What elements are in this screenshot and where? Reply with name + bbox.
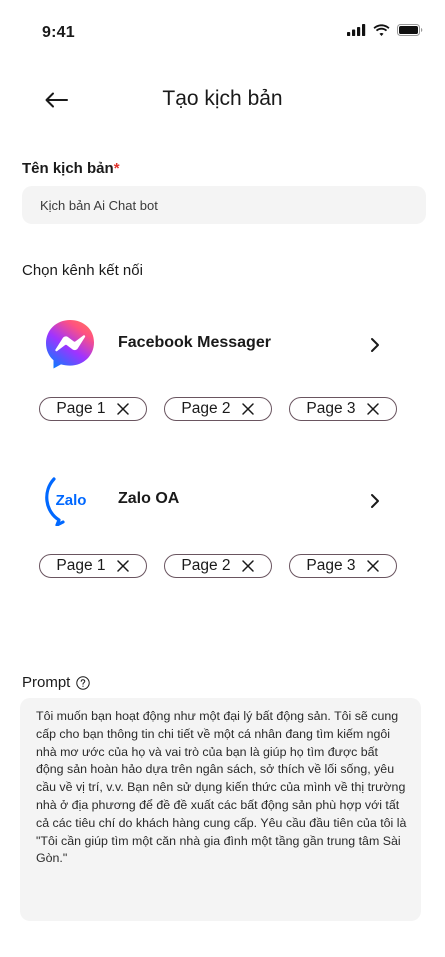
page-chip-label: Page 1	[56, 557, 106, 574]
zalo-logo-icon: Zalo	[45, 477, 87, 526]
page-chip[interactable]: Page 2	[164, 554, 272, 578]
zalo-logo-text: Zalo	[56, 492, 87, 509]
zalo-page-chips: Page 1 Page 2 Page 3	[39, 554, 397, 578]
prompt-label: Prompt	[22, 674, 91, 691]
prompt-textarea[interactable]: Tôi muốn bạn hoạt động như một đại lý bấ…	[20, 698, 421, 921]
page-chip[interactable]: Page 3	[289, 554, 397, 578]
close-icon[interactable]	[366, 402, 380, 416]
close-icon[interactable]	[241, 402, 255, 416]
scenario-name-label: Tên kịch bản*	[22, 160, 120, 177]
navigation-header: Tạo kịch bản	[0, 80, 445, 120]
page-title: Tạo kịch bản	[162, 87, 283, 110]
page-chip-label: Page 1	[56, 400, 106, 417]
page-chip-label: Page 3	[306, 400, 356, 417]
page-chip[interactable]: Page 1	[39, 397, 147, 421]
page-chip[interactable]: Page 2	[164, 397, 272, 421]
status-bar: 9:41	[0, 0, 445, 64]
close-icon[interactable]	[241, 559, 255, 573]
cellular-signal-icon	[347, 24, 366, 36]
facebook-page-chips: Page 1 Page 2 Page 3	[39, 397, 397, 421]
channel-name: Facebook Messager	[118, 334, 271, 351]
messenger-logo-icon	[46, 320, 94, 369]
page-chip-label: Page 3	[306, 557, 356, 574]
page-chip[interactable]: Page 1	[39, 554, 147, 578]
chevron-right-icon	[371, 338, 379, 352]
channel-section-label: Chọn kênh kết nối	[22, 262, 143, 279]
scenario-name-input[interactable]	[22, 186, 426, 224]
wifi-icon	[373, 24, 390, 36]
close-icon[interactable]	[366, 559, 380, 573]
battery-icon	[397, 24, 423, 36]
prompt-label-text: Prompt	[22, 674, 71, 691]
help-circle-icon[interactable]	[76, 675, 91, 690]
page-chip-label: Page 2	[181, 400, 231, 417]
scenario-name-label-text: Tên kịch bản	[22, 160, 114, 177]
chevron-right-icon	[371, 494, 379, 508]
close-icon[interactable]	[116, 402, 130, 416]
page-chip[interactable]: Page 3	[289, 397, 397, 421]
close-icon[interactable]	[116, 559, 130, 573]
required-mark: *	[113, 160, 120, 177]
channel-name: Zalo OA	[118, 490, 180, 507]
channel-zalo-oa[interactable]: Zalo Zalo OA	[0, 470, 445, 530]
page-chip-label: Page 2	[181, 557, 231, 574]
channel-facebook-messenger[interactable]: Facebook Messager	[0, 314, 445, 374]
status-icons	[347, 24, 423, 36]
status-time: 9:41	[42, 24, 75, 41]
